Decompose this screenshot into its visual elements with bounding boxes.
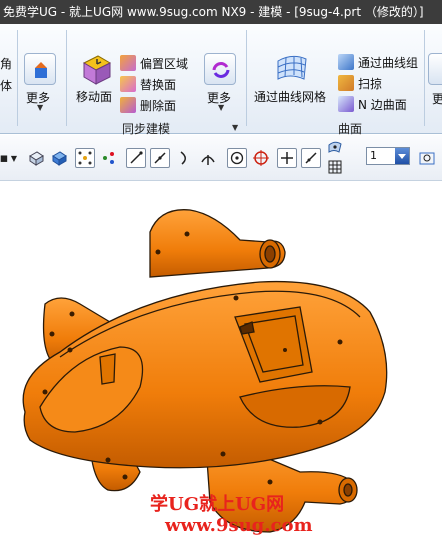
sweep-button[interactable]: 扫掠 bbox=[338, 73, 382, 93]
curve-mesh-icon bbox=[274, 51, 310, 88]
intersection-snap-icon[interactable] bbox=[198, 148, 218, 168]
chevron-down-icon: ▼ bbox=[218, 103, 225, 112]
cut-toolbar-icon[interactable]: ▪ bbox=[0, 148, 8, 168]
n-side-surface-icon bbox=[338, 96, 354, 112]
ribbon: 角 体 更多 ▼ 移动面 偏置区域 替换面 删除面 更多 ▼ 同步建模 ▼ 通过… bbox=[0, 24, 442, 136]
ribbon-separator bbox=[66, 30, 67, 126]
zoom-value: 1 bbox=[370, 149, 377, 162]
midpoint-snap-icon[interactable] bbox=[150, 148, 170, 168]
quadrant-snap-icon[interactable] bbox=[251, 148, 271, 168]
delete-face-button[interactable]: 删除面 bbox=[120, 95, 176, 115]
group-expand-icon[interactable]: ▼ bbox=[232, 123, 238, 132]
ribbon-separator bbox=[424, 30, 425, 126]
more-button-sync[interactable]: 更多 ▼ bbox=[201, 51, 239, 112]
window-title: 免费学UG - 就上UG网 www.9sug.com NX9 - 建模 - [9… bbox=[3, 5, 424, 19]
sweep-label: 扫掠 bbox=[358, 76, 383, 91]
watermark-line-1: 学UG就上UG网 bbox=[150, 494, 285, 515]
chevron-down-icon[interactable]: ▼ bbox=[9, 148, 19, 168]
move-face-label: 移动面 bbox=[76, 90, 113, 104]
sketch-edit-icon bbox=[24, 53, 56, 85]
cut-right-icon[interactable] bbox=[428, 53, 442, 85]
arc-center-snap-icon[interactable] bbox=[227, 148, 247, 168]
through-curves-icon bbox=[338, 54, 354, 70]
point-on-curve-icon[interactable] bbox=[301, 148, 321, 168]
window-title-bar: 免费学UG - 就上UG网 www.9sug.com NX9 - 建模 - [9… bbox=[0, 0, 442, 24]
through-curves-button[interactable]: 通过曲线组 bbox=[338, 52, 418, 72]
watermark-line-2: www.9sug.com bbox=[165, 515, 313, 536]
point-on-surface-icon[interactable] bbox=[327, 139, 343, 155]
move-face-button[interactable]: 移动面 bbox=[74, 51, 116, 107]
delete-face-label: 删除面 bbox=[140, 98, 177, 113]
ribbon-separator bbox=[246, 30, 247, 126]
solid-body-icon[interactable] bbox=[26, 148, 46, 168]
multi-snap-icon[interactable] bbox=[99, 148, 119, 168]
cut-right-label[interactable]: 更 bbox=[432, 90, 442, 107]
delete-face-icon bbox=[120, 97, 136, 113]
ribbon-separator bbox=[17, 30, 18, 126]
zoom-select[interactable]: 1 bbox=[366, 147, 410, 165]
move-face-icon bbox=[78, 51, 114, 90]
offset-region-icon bbox=[120, 55, 136, 71]
replace-face-icon bbox=[120, 76, 136, 92]
sync-more-icon bbox=[204, 53, 236, 85]
endpoint-snap-icon[interactable] bbox=[126, 148, 146, 168]
zoom-fit-icon[interactable] bbox=[417, 148, 437, 168]
cut-left-label-top[interactable]: 角 bbox=[0, 55, 12, 72]
sweep-icon bbox=[338, 75, 354, 91]
offset-region-button[interactable]: 偏置区域 bbox=[120, 53, 188, 73]
dropdown-arrow-icon[interactable] bbox=[395, 148, 409, 164]
chevron-down-icon: ▼ bbox=[37, 103, 44, 112]
snap-point-icon[interactable] bbox=[75, 148, 95, 168]
offset-region-label: 偏置区域 bbox=[140, 56, 189, 71]
grid-icon[interactable] bbox=[327, 159, 343, 175]
n-side-surface-button[interactable]: N 边曲面 bbox=[338, 94, 407, 114]
through-curve-mesh-label: 通过曲线网格 bbox=[254, 90, 327, 104]
through-curves-label: 通过曲线组 bbox=[358, 55, 419, 70]
replace-face-label: 替换面 bbox=[140, 77, 177, 92]
control-point-icon[interactable] bbox=[175, 148, 195, 168]
shaded-cube-icon[interactable] bbox=[49, 148, 69, 168]
existing-point-snap-icon[interactable] bbox=[277, 148, 297, 168]
replace-face-button[interactable]: 替换面 bbox=[120, 74, 176, 94]
more-button-left[interactable]: 更多 ▼ bbox=[22, 51, 58, 112]
n-side-surface-label: N 边曲面 bbox=[358, 97, 407, 112]
through-curve-mesh-button[interactable]: 通过曲线网格 bbox=[254, 51, 330, 107]
cut-left-label-bottom[interactable]: 体 bbox=[0, 77, 12, 94]
